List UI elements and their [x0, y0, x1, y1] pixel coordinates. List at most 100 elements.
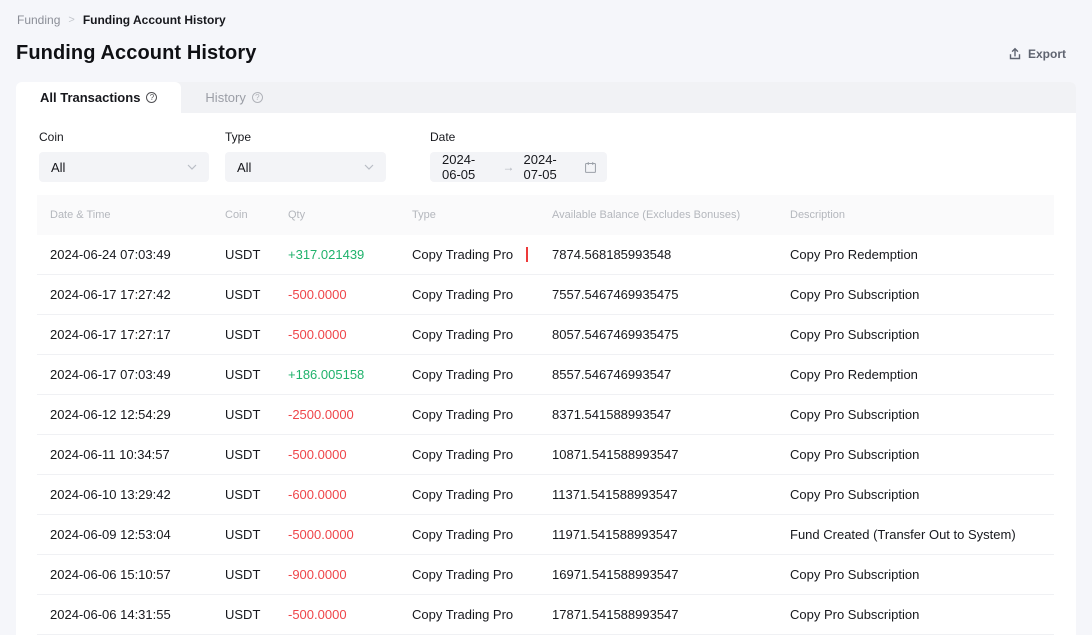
date-range-picker[interactable]: 2024-06-05 → 2024-07-05: [430, 152, 607, 182]
type-select-value: All: [237, 160, 251, 175]
cell-coin: USDT: [225, 607, 288, 622]
cell-type: Copy Trading Pro: [412, 527, 552, 542]
tab-bar: All Transactions ? History ?: [16, 82, 1076, 113]
breadcrumb: Funding > Funding Account History: [0, 0, 1092, 27]
chevron-down-icon: [364, 164, 374, 170]
type-filter: Type All: [225, 130, 386, 182]
cell-description: Copy Pro Subscription: [790, 487, 1054, 502]
cell-description: Copy Pro Subscription: [790, 607, 1054, 622]
cell-balance: 11971.541588993547: [552, 527, 790, 542]
cell-description: Copy Pro Subscription: [790, 327, 1054, 342]
cell-qty: -500.0000: [288, 287, 412, 302]
highlight-box: Copy Trading Pro: [412, 247, 528, 262]
cell-description: Copy Pro Subscription: [790, 447, 1054, 462]
cell-description: Copy Pro Redemption: [790, 247, 1054, 262]
coin-filter: Coin All: [39, 130, 209, 182]
col-qty: Qty: [288, 209, 412, 221]
cell-type: Copy Trading Pro: [412, 287, 552, 302]
funding-account-history-page: Funding > Funding Account History Fundin…: [0, 0, 1092, 635]
arrow-right-icon: →: [503, 160, 515, 174]
cell-coin: USDT: [225, 527, 288, 542]
cell-datetime: 2024-06-10 13:29:42: [37, 487, 225, 502]
cell-qty: -500.0000: [288, 327, 412, 342]
cell-datetime: 2024-06-17 17:27:42: [37, 287, 225, 302]
table-row: 2024-06-17 17:27:17USDT-500.0000Copy Tra…: [37, 315, 1054, 355]
table-body: 2024-06-24 07:03:49USDT+317.021439Copy T…: [37, 235, 1054, 635]
table-row: 2024-06-10 13:29:42USDT-600.0000Copy Tra…: [37, 475, 1054, 515]
table-header: Date & Time Coin Qty Type Available Bala…: [37, 195, 1054, 235]
cell-qty: -600.0000: [288, 487, 412, 502]
coin-select-value: All: [51, 160, 65, 175]
table-row: 2024-06-12 12:54:29USDT-2500.0000Copy Tr…: [37, 395, 1054, 435]
tab-history[interactable]: History ?: [181, 82, 286, 113]
cell-description: Copy Pro Subscription: [790, 287, 1054, 302]
cell-coin: USDT: [225, 287, 288, 302]
table-row: 2024-06-06 14:31:55USDT-500.0000Copy Tra…: [37, 595, 1054, 635]
cell-qty: -2500.0000: [288, 407, 412, 422]
cell-balance: 10871.541588993547: [552, 447, 790, 462]
date-start: 2024-06-05: [442, 152, 494, 182]
col-available-balance: Available Balance (Excludes Bonuses): [552, 209, 790, 221]
cell-description: Fund Created (Transfer Out to System): [790, 527, 1054, 542]
tab-all-transactions[interactable]: All Transactions ?: [16, 82, 181, 113]
cell-balance: 8557.546746993547: [552, 367, 790, 382]
cell-coin: USDT: [225, 447, 288, 462]
cell-balance: 8057.5467469935475: [552, 327, 790, 342]
cell-balance: 11371.541588993547: [552, 487, 790, 502]
filter-bar: Coin All Type All Date: [16, 113, 1076, 182]
date-filter-label: Date: [430, 130, 607, 144]
date-filter: Date 2024-06-05 → 2024-07-05: [430, 130, 607, 182]
table-row: 2024-06-17 17:27:42USDT-500.0000Copy Tra…: [37, 275, 1054, 315]
transactions-table: Date & Time Coin Qty Type Available Bala…: [16, 182, 1076, 635]
cell-type: Copy Trading Pro: [412, 407, 552, 422]
coin-select[interactable]: All: [39, 152, 209, 182]
table-row: 2024-06-11 10:34:57USDT-500.0000Copy Tra…: [37, 435, 1054, 475]
cell-description: Copy Pro Subscription: [790, 567, 1054, 582]
cell-qty: -500.0000: [288, 447, 412, 462]
breadcrumb-funding[interactable]: Funding: [17, 13, 60, 27]
cell-coin: USDT: [225, 487, 288, 502]
title-row: Funding Account History Export: [0, 27, 1092, 65]
cell-datetime: 2024-06-06 14:31:55: [37, 607, 225, 622]
table-row: 2024-06-09 12:53:04USDT-5000.0000Copy Tr…: [37, 515, 1054, 555]
type-filter-label: Type: [225, 130, 386, 144]
question-circle-icon[interactable]: ?: [146, 92, 157, 103]
question-circle-icon[interactable]: ?: [252, 92, 263, 103]
cell-coin: USDT: [225, 367, 288, 382]
cell-qty: +186.005158: [288, 367, 412, 382]
cell-balance: 7557.5467469935475: [552, 287, 790, 302]
cell-qty: -500.0000: [288, 607, 412, 622]
cell-type: Copy Trading Pro: [412, 367, 552, 382]
tab-all-transactions-label: All Transactions: [40, 90, 140, 105]
export-button[interactable]: Export: [1008, 47, 1066, 61]
date-end: 2024-07-05: [524, 152, 576, 182]
chevron-right-icon: >: [68, 14, 74, 26]
export-icon: [1008, 47, 1022, 61]
cell-coin: USDT: [225, 247, 288, 262]
cell-coin: USDT: [225, 327, 288, 342]
cell-description: Copy Pro Subscription: [790, 407, 1054, 422]
calendar-icon: [584, 161, 597, 174]
cell-coin: USDT: [225, 407, 288, 422]
cell-type: Copy Trading Pro: [412, 607, 552, 622]
table-row: 2024-06-24 07:03:49USDT+317.021439Copy T…: [37, 235, 1054, 275]
cell-type: Copy Trading Pro: [412, 447, 552, 462]
cell-datetime: 2024-06-17 17:27:17: [37, 327, 225, 342]
col-type: Type: [412, 209, 552, 221]
table-row: 2024-06-17 07:03:49USDT+186.005158Copy T…: [37, 355, 1054, 395]
tab-history-label: History: [205, 90, 245, 105]
coin-filter-label: Coin: [39, 130, 209, 144]
cell-balance: 17871.541588993547: [552, 607, 790, 622]
cell-balance: 7874.568185993548: [552, 247, 790, 262]
col-coin: Coin: [225, 209, 288, 221]
cell-type: Copy Trading Pro: [412, 567, 552, 582]
type-select[interactable]: All: [225, 152, 386, 182]
cell-qty: +317.021439: [288, 247, 412, 262]
cell-balance: 8371.541588993547: [552, 407, 790, 422]
cell-datetime: 2024-06-17 07:03:49: [37, 367, 225, 382]
cell-qty: -900.0000: [288, 567, 412, 582]
cell-datetime: 2024-06-09 12:53:04: [37, 527, 225, 542]
col-description: Description: [790, 209, 1054, 221]
table-row: 2024-06-06 15:10:57USDT-900.0000Copy Tra…: [37, 555, 1054, 595]
cell-qty: -5000.0000: [288, 527, 412, 542]
